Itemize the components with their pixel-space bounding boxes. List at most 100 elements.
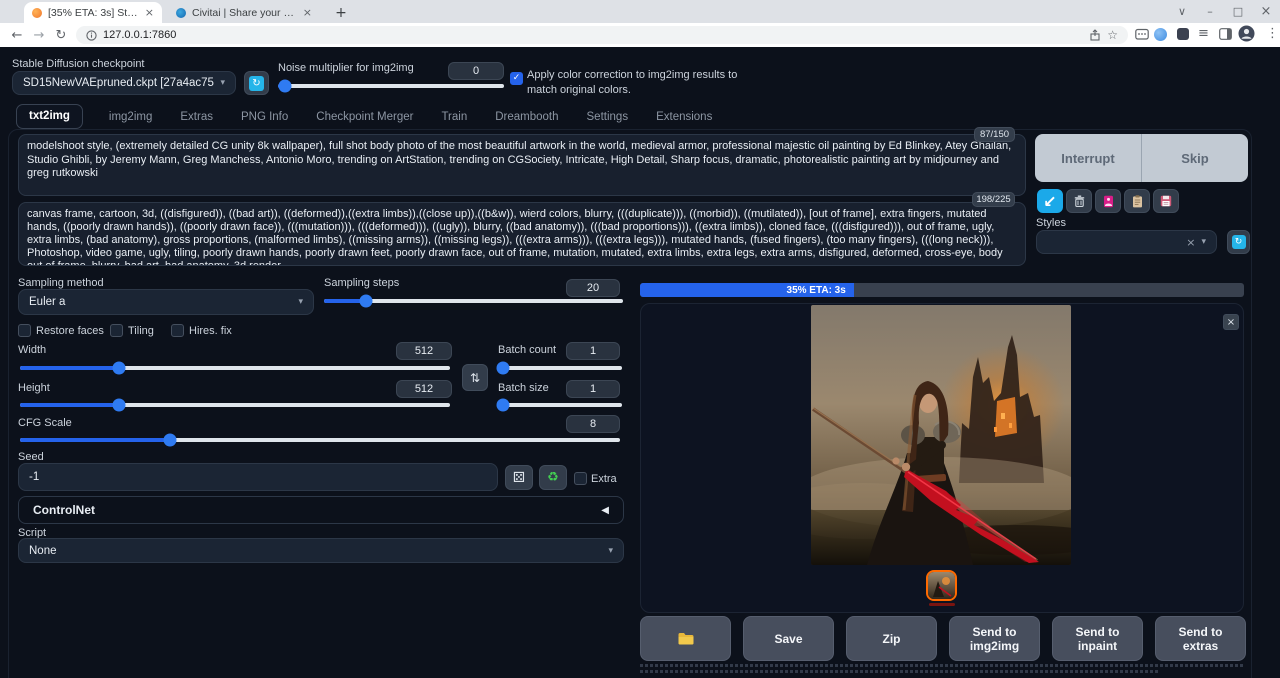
send-to-img2img-button[interactable]: Send to img2img [949, 616, 1040, 661]
slider-handle[interactable] [359, 295, 372, 308]
refresh-checkpoint-button[interactable]: ↻ [244, 71, 269, 95]
tab-close-icon[interactable]: × [303, 6, 312, 19]
browser-menu-kebab-icon[interactable]: ⋮ [1266, 26, 1279, 41]
sampling-steps-value[interactable]: 20 [566, 279, 620, 297]
share-icon[interactable] [1089, 29, 1101, 41]
swap-dimensions-button[interactable]: ⇅ [462, 364, 488, 391]
tab-close-icon[interactable]: × [145, 6, 154, 19]
browser-tab-stable-diffusion[interactable]: [35% ETA: 3s] Stable Diffusion × [24, 2, 162, 23]
cfg-scale-value[interactable]: 8 [566, 415, 620, 433]
prompt-textarea[interactable]: modelshoot style, (extremely detailed CG… [18, 134, 1026, 196]
apply-style-button[interactable] [1124, 189, 1150, 213]
save-button[interactable]: Save [743, 616, 834, 661]
slider-handle[interactable] [164, 434, 177, 447]
tab-title: Civitai | Share your models [192, 7, 297, 19]
hires-fix-label: Hires. fix [189, 325, 232, 337]
window-restore-button[interactable]: □ [1224, 0, 1252, 23]
clear-styles-icon[interactable]: × [1186, 236, 1195, 249]
tab-txt2img[interactable]: txt2img [16, 104, 83, 129]
side-panel-icon[interactable] [1219, 28, 1232, 40]
batch-count-value[interactable]: 1 [566, 342, 620, 360]
slider-handle[interactable] [496, 362, 509, 375]
clear-prompt-button[interactable] [1066, 189, 1092, 213]
batch-size-slider[interactable] [498, 403, 622, 407]
refresh-styles-button[interactable]: ↻ [1227, 230, 1250, 254]
tab-dreambooth[interactable]: Dreambooth [493, 106, 560, 129]
window-minimize-button[interactable]: – [1196, 0, 1224, 23]
seed-input[interactable]: -1 [18, 463, 498, 491]
slider-handle[interactable] [496, 399, 509, 412]
extra-seed-label: Extra [591, 473, 617, 485]
height-slider[interactable] [20, 403, 450, 407]
save-style-button[interactable] [1153, 189, 1179, 213]
send-to-extras-button[interactable]: Send to extras [1155, 616, 1246, 661]
width-label: Width [18, 344, 46, 356]
controlnet-accordion[interactable]: ControlNet ◀ [18, 496, 624, 524]
noise-multiplier-slider[interactable] [278, 84, 504, 88]
window-close-button[interactable]: × [1252, 0, 1280, 23]
open-output-folder-button[interactable] [640, 616, 731, 661]
sampling-method-dropdown[interactable]: Euler a ▾ [18, 289, 314, 315]
site-info-icon[interactable] [86, 30, 97, 41]
width-slider[interactable] [20, 366, 450, 370]
back-button[interactable]: ← [6, 23, 28, 47]
tab-img2img[interactable]: img2img [107, 106, 154, 129]
tab-train[interactable]: Train [439, 106, 469, 129]
tiling-checkbox[interactable] [110, 324, 123, 337]
sampling-steps-slider[interactable] [324, 299, 623, 303]
profile-avatar[interactable] [1238, 25, 1255, 42]
url-text: 127.0.0.1:7860 [103, 29, 176, 41]
slider-handle[interactable] [112, 362, 125, 375]
window-chevron-icon[interactable]: ∨ [1168, 0, 1196, 23]
extension-media-icon[interactable] [1135, 28, 1149, 41]
script-dropdown[interactable]: None ▾ [18, 538, 624, 563]
address-bar[interactable]: 127.0.0.1:7860 ☆ [76, 26, 1128, 44]
restore-faces-checkbox[interactable] [18, 324, 31, 337]
extra-seed-checkbox[interactable] [574, 472, 587, 485]
paste-generation-params-button[interactable]: ↙ [1037, 189, 1063, 213]
forward-button[interactable]: → [28, 23, 50, 47]
hires-fix-checkbox[interactable] [171, 324, 184, 337]
slider-handle[interactable] [112, 399, 125, 412]
extension-dark-icon[interactable] [1177, 28, 1189, 40]
close-preview-button[interactable]: × [1223, 314, 1239, 330]
reuse-seed-recycle-button[interactable]: ♻ [539, 465, 567, 490]
reload-button[interactable]: ↻ [50, 23, 72, 47]
width-value[interactable]: 512 [396, 342, 452, 360]
generated-image[interactable] [811, 305, 1071, 565]
tab-png-info[interactable]: PNG Info [239, 106, 290, 129]
random-seed-dice-button[interactable]: ⚄ [505, 465, 533, 490]
tab-extras[interactable]: Extras [178, 106, 215, 129]
zip-button[interactable]: Zip [846, 616, 937, 661]
floppy-save-icon [1160, 195, 1172, 207]
chevron-down-icon: ▾ [608, 546, 613, 556]
new-tab-button[interactable]: + [330, 2, 352, 23]
tab-checkpoint-merger[interactable]: Checkpoint Merger [314, 106, 415, 129]
gallery-thumbnail-selected[interactable] [926, 570, 957, 601]
bookmark-star-icon[interactable]: ☆ [1107, 28, 1118, 42]
accordion-collapsed-icon: ◀ [601, 505, 609, 516]
batch-size-label: Batch size [498, 382, 549, 394]
cfg-scale-slider[interactable] [20, 438, 620, 442]
slider-handle[interactable] [278, 80, 291, 93]
batch-count-slider[interactable] [498, 366, 622, 370]
styles-dropdown[interactable]: × ▾ [1036, 230, 1217, 254]
extension-blue-icon[interactable] [1154, 28, 1167, 41]
browser-tab-civitai[interactable]: Civitai | Share your models × [168, 2, 320, 23]
batch-size-value[interactable]: 1 [566, 380, 620, 398]
interrupt-button[interactable]: Interrupt [1035, 134, 1141, 182]
checkpoint-dropdown[interactable]: SD15NewVAEpruned.ckpt [27a4ac756c] ▾ [12, 71, 236, 95]
restore-faces-label: Restore faces [36, 325, 104, 337]
color-correction-checkbox[interactable]: ✓ [510, 72, 523, 85]
tab-extensions[interactable]: Extensions [654, 106, 714, 129]
height-value[interactable]: 512 [396, 380, 452, 398]
browser-tab-strip: [35% ETA: 3s] Stable Diffusion × Civitai… [0, 0, 1280, 23]
noise-multiplier-value[interactable]: 0 [448, 62, 504, 80]
skip-button[interactable]: Skip [1141, 134, 1248, 182]
send-to-inpaint-button[interactable]: Send to inpaint [1052, 616, 1143, 661]
extra-networks-button[interactable] [1095, 189, 1121, 213]
negative-prompt-textarea[interactable]: canvas frame, cartoon, 3d, ((disfigured)… [18, 202, 1026, 266]
chevron-down-icon: ▾ [220, 78, 225, 88]
reading-list-icon[interactable]: ≡ [1198, 26, 1209, 41]
tab-settings[interactable]: Settings [585, 106, 631, 129]
